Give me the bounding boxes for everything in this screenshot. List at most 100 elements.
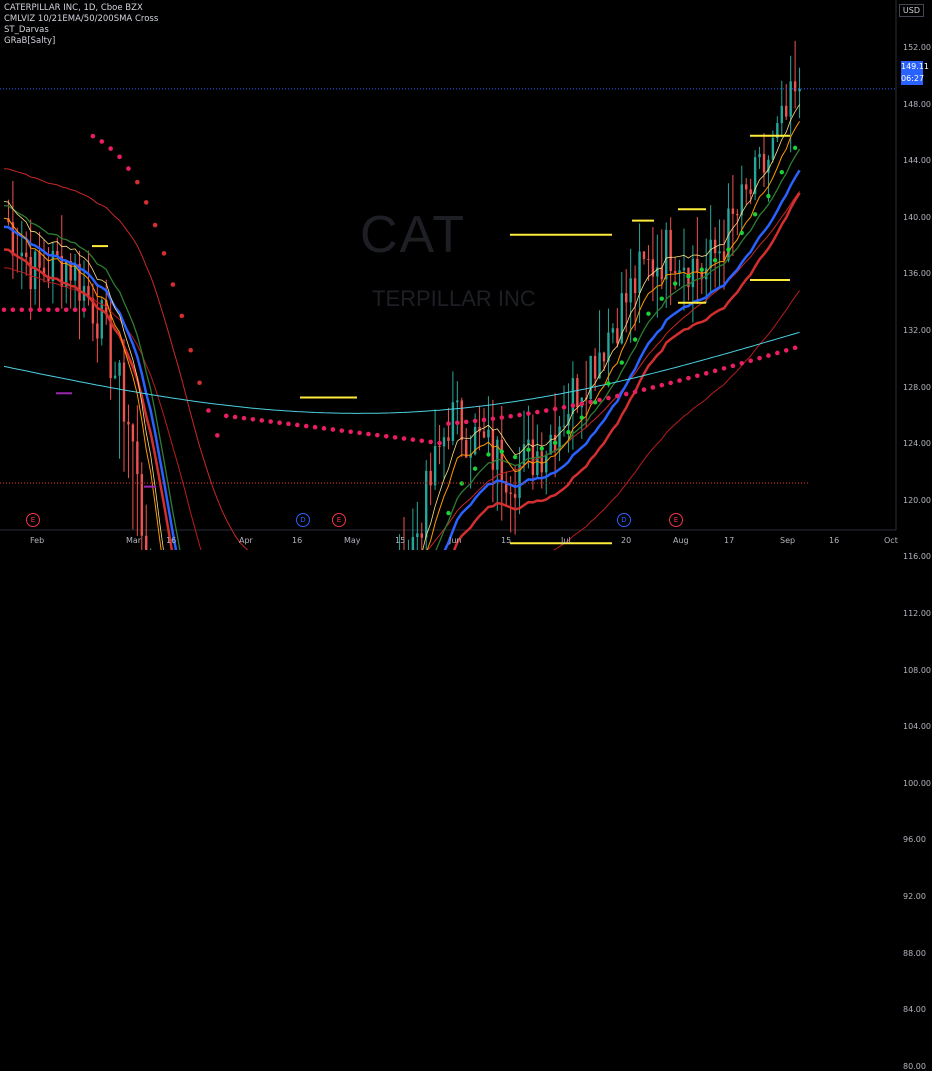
grab-dot — [641, 387, 647, 392]
price-tick-label: 100.00 — [903, 778, 931, 788]
candle-body — [509, 492, 512, 494]
grab-dot — [357, 430, 362, 436]
grab-dot — [179, 313, 185, 319]
grab-dot — [303, 423, 309, 429]
time-tick-label: Apr — [239, 536, 253, 545]
grab-dot — [375, 432, 380, 438]
grab-dot — [650, 385, 656, 390]
grab-dot — [517, 412, 522, 418]
grab-dot — [463, 419, 469, 425]
grab-dot — [170, 282, 176, 287]
grab-dot — [419, 438, 425, 444]
grab-dot — [223, 413, 229, 419]
symbol-title[interactable]: CATERPILLAR INC, 1D, Cboe BZX — [4, 3, 158, 14]
watermark-company: TERPILLAR INC — [372, 286, 536, 311]
grab-dot — [10, 307, 16, 313]
indicator-label-ema-cross[interactable]: CMLVIZ 10/21EMA/50/200SMA Cross — [4, 14, 158, 25]
momentum-dot — [766, 193, 771, 199]
indicator-label-grab[interactable]: GRaB[Salty] — [4, 36, 158, 47]
momentum-dot — [472, 466, 478, 471]
grab-dot — [579, 401, 585, 407]
candle-body — [669, 229, 672, 272]
candle-body — [536, 451, 539, 476]
candle-body — [718, 251, 721, 254]
earnings-event-icon[interactable]: E — [332, 513, 346, 527]
candle-body — [527, 439, 530, 445]
time-tick-label: Jul — [561, 536, 571, 545]
price-chart[interactable] — [0, 0, 932, 550]
price-tick-label: 132.00 — [903, 326, 931, 335]
time-tick-label: Jun — [449, 536, 462, 545]
grab-dot — [188, 347, 193, 353]
candle-body — [789, 81, 792, 117]
momentum-dot — [552, 440, 558, 445]
candle-body — [425, 470, 428, 538]
candle-body — [673, 271, 677, 274]
momentum-dot — [446, 510, 451, 516]
momentum-dot — [619, 360, 624, 365]
candle-body — [438, 446, 441, 448]
candle-body — [745, 184, 748, 190]
grab-dot — [259, 418, 265, 423]
grab-dot — [108, 146, 113, 151]
candle-body — [758, 153, 761, 158]
price-tick-label: 96.00 — [903, 835, 926, 845]
grab-dot — [55, 307, 60, 313]
indicator-label-darvas[interactable]: ST_Darvas — [4, 25, 158, 36]
momentum-dot — [792, 145, 798, 151]
grab-dot — [28, 307, 33, 313]
candle-body — [629, 278, 632, 303]
grab-dot — [686, 375, 691, 381]
candle-body — [127, 421, 130, 425]
dividend-event-icon[interactable]: D — [296, 513, 310, 527]
grab-dot — [250, 416, 256, 422]
candle-body — [540, 451, 543, 473]
currency-button[interactable]: USD — [898, 4, 924, 17]
grab-dot — [401, 436, 407, 441]
candle-body — [736, 214, 739, 216]
grab-dot — [757, 355, 762, 361]
price-tick-label: 120.00 — [903, 495, 931, 505]
candle-body — [118, 362, 121, 376]
time-tick-label: 15 — [501, 536, 512, 545]
grab-dot — [126, 166, 131, 171]
grab-dot — [366, 431, 371, 437]
grab-dot — [63, 307, 69, 313]
candle-body — [20, 252, 23, 257]
price-tick-label: 136.00 — [903, 269, 931, 279]
earnings-event-icon[interactable]: E — [669, 513, 683, 527]
grab-dot — [775, 350, 780, 356]
momentum-dot — [486, 452, 491, 457]
candle-body — [416, 533, 419, 538]
grab-dot — [117, 154, 122, 160]
grab-dot — [632, 389, 638, 395]
grab-dot — [268, 419, 273, 424]
dividend-event-icon[interactable]: D — [617, 513, 631, 527]
grab-dot — [152, 222, 158, 228]
grab-dot — [748, 358, 753, 364]
candle-body — [678, 270, 681, 274]
momentum-dot — [499, 449, 504, 454]
candle-body — [29, 256, 32, 290]
candle-body — [731, 208, 735, 215]
candle-body — [38, 251, 41, 268]
grab-dot — [677, 378, 682, 383]
price-tick-label: 128.00 — [903, 382, 931, 392]
price-tick-label: 84.00 — [903, 1005, 926, 1015]
momentum-dot — [526, 447, 531, 452]
candle-body — [496, 439, 499, 470]
grab-dot — [348, 429, 353, 435]
candle-body — [749, 189, 752, 194]
price-tick-label: 88.00 — [903, 948, 926, 958]
chart-legend: CATERPILLAR INC, 1D, Cboe BZX CMLVIZ 10/… — [4, 3, 158, 47]
candle-body — [785, 105, 788, 117]
watermark-ticker: CAT — [360, 206, 467, 264]
candle-body — [642, 251, 646, 259]
time-tick-label: Feb — [30, 536, 45, 545]
grab-dot — [1, 307, 7, 313]
earnings-event-icon[interactable]: E — [26, 513, 40, 527]
grab-dot — [606, 395, 611, 401]
momentum-dot — [632, 337, 638, 342]
grab-dot — [383, 433, 389, 439]
grab-dot — [135, 179, 140, 185]
